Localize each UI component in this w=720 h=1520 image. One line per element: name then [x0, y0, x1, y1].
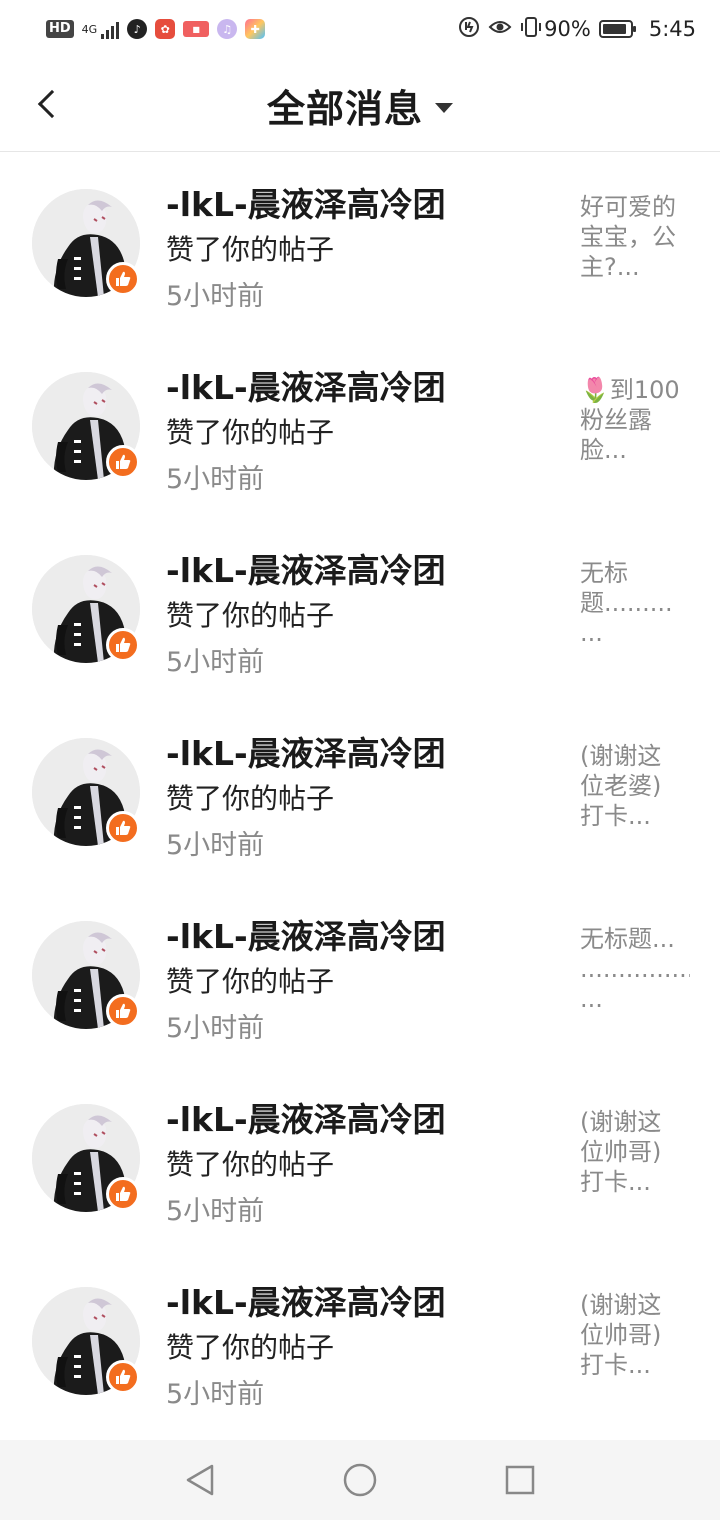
news-notification-icon: ■	[183, 21, 210, 37]
thumbs-up-icon	[106, 811, 140, 845]
user-name[interactable]: -lkL-晨液泽高冷团	[166, 1093, 446, 1141]
thumbs-up-icon	[106, 1360, 140, 1394]
notification-item[interactable]: -lkL-晨液泽高冷团 赞了你的帖子 5小时前 🌷到100 粉丝露 脸...	[0, 335, 720, 518]
notification-list: -lkL-晨液泽高冷团 赞了你的帖子 5小时前 好可爱的 宝宝，公 主?... -l…	[0, 152, 720, 1433]
post-preview-line: 🌷到100	[580, 376, 680, 404]
signal-icon	[101, 19, 120, 39]
post-preview-line: (谢谢这	[580, 742, 662, 770]
user-name[interactable]: -lkL-晨液泽高冷团	[166, 727, 446, 775]
post-preview-line: 位帅哥)	[580, 1321, 662, 1349]
post-preview-line: ...............	[580, 955, 690, 983]
post-preview-line: 粉丝露	[580, 406, 652, 434]
user-name[interactable]: -lkL-晨液泽高冷团	[166, 178, 446, 226]
post-preview[interactable]: (谢谢这 位帅哥) 打卡...	[580, 1290, 690, 1380]
post-preview-line: 打卡...	[580, 1168, 651, 1196]
data-saver-icon	[458, 16, 480, 43]
action-text: 赞了你的帖子	[166, 416, 335, 449]
caret-down-icon	[435, 102, 453, 113]
post-preview[interactable]: 无标 题............	[580, 558, 690, 648]
post-preview-line: 无标题...	[580, 925, 675, 953]
battery-icon	[598, 20, 636, 38]
timestamp: 5小时前	[166, 647, 265, 678]
network-type: 4G	[81, 22, 98, 36]
circle-home-icon	[343, 1463, 377, 1497]
post-preview-line: 好可爱的	[580, 193, 676, 221]
system-navigation-bar	[0, 1440, 720, 1520]
post-preview-line: 脸...	[580, 436, 627, 464]
header: 全部消息	[0, 58, 720, 152]
notification-item[interactable]: -lkL-晨液泽高冷团 赞了你的帖子 5小时前 好可爱的 宝宝，公 主?...	[0, 152, 720, 335]
post-preview[interactable]: 🌷到100 粉丝露 脸...	[580, 375, 690, 465]
timestamp: 5小时前	[166, 830, 265, 861]
action-text: 赞了你的帖子	[166, 965, 335, 998]
timestamp: 5小时前	[166, 281, 265, 312]
status-right: 90% 5:45	[458, 16, 696, 43]
nav-recents-button[interactable]	[490, 1450, 550, 1510]
page-title: 全部消息	[266, 87, 423, 131]
user-name[interactable]: -lkL-晨液泽高冷团	[166, 910, 446, 958]
thumbs-up-icon	[106, 1177, 140, 1211]
post-preview-line: 位老婆)	[580, 772, 662, 800]
hd-indicator: HD	[46, 20, 74, 38]
timestamp: 5小时前	[166, 1196, 265, 1227]
notification-item[interactable]: -lkL-晨液泽高冷团 赞了你的帖子 5小时前 (谢谢这 位老婆) 打卡...	[0, 701, 720, 884]
post-preview-line: 主?...	[580, 253, 640, 281]
post-preview-line: (谢谢这	[580, 1108, 662, 1136]
timestamp: 5小时前	[166, 1379, 265, 1410]
thumbs-up-icon	[106, 445, 140, 479]
user-name[interactable]: -lkL-晨液泽高冷团	[166, 544, 446, 592]
user-name[interactable]: -lkL-晨液泽高冷团	[166, 1276, 446, 1324]
thumbs-up-icon	[106, 262, 140, 296]
post-preview-line: 宝宝，公	[580, 223, 676, 251]
action-text: 赞了你的帖子	[166, 233, 335, 266]
post-preview-line: (谢谢这	[580, 1291, 662, 1319]
thumbs-up-icon	[106, 628, 140, 662]
timestamp: 5小时前	[166, 1013, 265, 1044]
post-preview-line: ...	[580, 619, 603, 647]
status-left: HD 4G ♪ ✿ ■ ♫ ✚	[46, 19, 266, 39]
thumbs-up-icon	[106, 994, 140, 1028]
post-preview-line: 无标	[580, 559, 628, 587]
clock: 5:45	[648, 17, 696, 41]
status-bar: HD 4G ♪ ✿ ■ ♫ ✚ 90% 5:45	[0, 0, 720, 58]
app-notification-icon: ✿	[155, 19, 176, 39]
post-preview-line: 题.........	[580, 589, 673, 617]
tiktok-notification-icon: ♪	[127, 19, 148, 39]
triangle-back-icon	[186, 1464, 214, 1496]
post-preview-line: 打卡...	[580, 802, 651, 830]
nav-home-button[interactable]	[330, 1450, 390, 1510]
action-text: 赞了你的帖子	[166, 1148, 335, 1181]
notification-item[interactable]: -lkL-晨液泽高冷团 赞了你的帖子 5小时前 (谢谢这 位帅哥) 打卡...	[0, 1067, 720, 1250]
action-text: 赞了你的帖子	[166, 1331, 335, 1364]
music-notification-icon: ♫	[217, 19, 238, 39]
title-dropdown[interactable]: 全部消息	[0, 78, 720, 133]
eye-comfort-icon	[488, 17, 512, 41]
battery-percent: 90%	[544, 17, 591, 41]
notification-item[interactable]: -lkL-晨液泽高冷团 赞了你的帖子 5小时前 (谢谢这 位帅哥) 打卡...	[0, 1250, 720, 1433]
post-preview-line: 位帅哥)	[580, 1138, 662, 1166]
post-preview[interactable]: (谢谢这 位帅哥) 打卡...	[580, 1107, 690, 1197]
notification-item[interactable]: -lkL-晨液泽高冷团 赞了你的帖子 5小时前 无标题.............…	[0, 884, 720, 1067]
action-text: 赞了你的帖子	[166, 782, 335, 815]
post-preview[interactable]: (谢谢这 位老婆) 打卡...	[580, 741, 690, 831]
user-name[interactable]: -lkL-晨液泽高冷团	[166, 361, 446, 409]
timestamp: 5小时前	[166, 464, 265, 495]
notification-item[interactable]: -lkL-晨液泽高冷团 赞了你的帖子 5小时前 无标 题............	[0, 518, 720, 701]
post-preview[interactable]: 好可爱的 宝宝，公 主?...	[580, 192, 690, 282]
action-text: 赞了你的帖子	[166, 599, 335, 632]
nav-back-button[interactable]	[170, 1450, 230, 1510]
square-recents-icon	[505, 1465, 535, 1495]
post-preview-line: 打卡...	[580, 1351, 651, 1379]
post-preview-line: ...	[580, 985, 603, 1013]
post-preview[interactable]: 无标题.....................	[580, 924, 690, 1014]
battery-fill	[602, 24, 627, 34]
vibrate-icon	[520, 16, 542, 43]
gallery-notification-icon: ✚	[245, 19, 266, 39]
